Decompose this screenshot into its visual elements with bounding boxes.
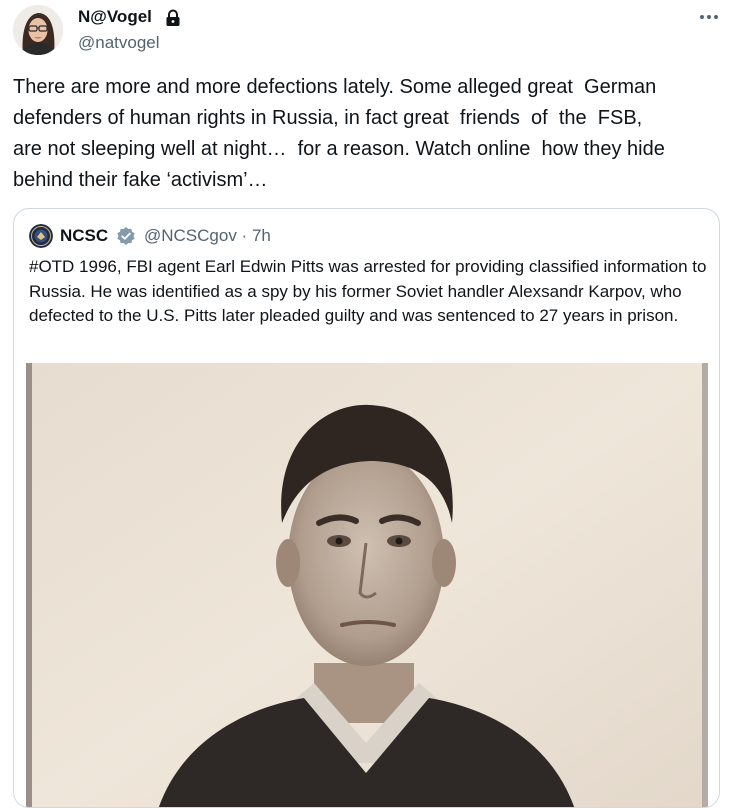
tweet-text: There are more and more defections latel… — [13, 76, 665, 191]
author-handle[interactable]: @natvogel — [78, 32, 160, 54]
quoted-display-name[interactable]: NCSC — [60, 225, 108, 247]
quoted-handle-time[interactable]: @NCSCgov · 7h — [144, 225, 271, 247]
verified-badge-icon — [116, 226, 136, 246]
lock-icon — [165, 9, 181, 27]
author-avatar[interactable] — [13, 5, 63, 55]
sepia-portrait-photo[interactable] — [14, 363, 719, 807]
tweet[interactable]: N@Vogel @natvogel There are more and mor… — [0, 0, 743, 808]
ncsc-seal-avatar[interactable] — [29, 224, 53, 248]
author-display-name[interactable]: N@Vogel — [78, 6, 152, 28]
quoted-tweet-text: #OTD 1996, FBI agent Earl Edwin Pitts wa… — [29, 257, 707, 325]
more-horizontal-icon[interactable] — [694, 6, 724, 28]
quoted-tweet[interactable]: NCSC @NCSCgov · 7h #OTD 1996, FBI agent … — [13, 208, 720, 808]
